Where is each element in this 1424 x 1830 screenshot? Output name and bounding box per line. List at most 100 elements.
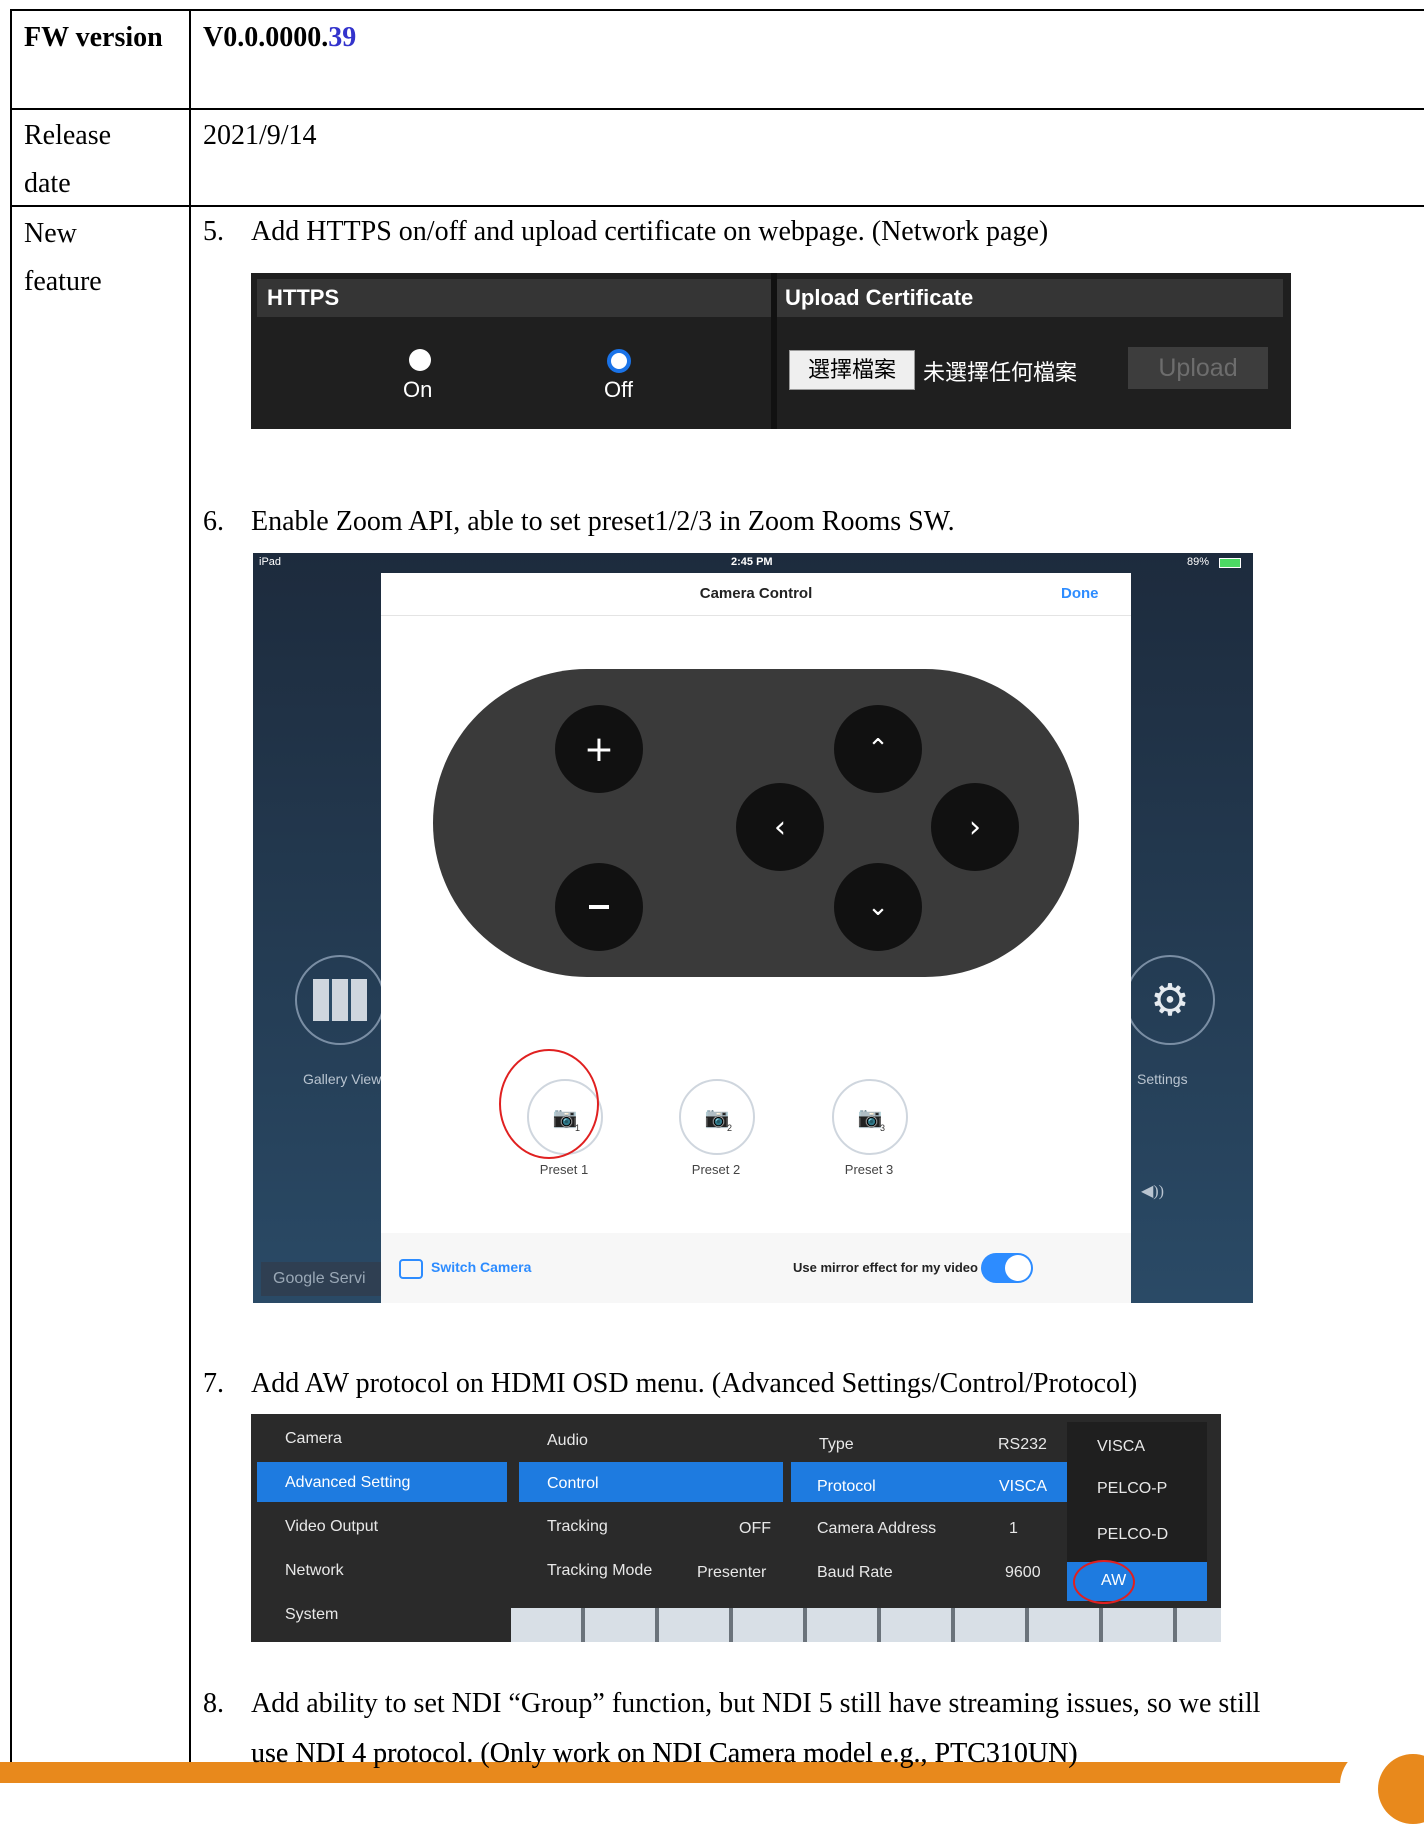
osd-menu-tracking[interactable]: Tracking [547, 1518, 608, 1536]
switch-camera-icon [399, 1259, 423, 1279]
battery-icon [1219, 558, 1241, 568]
feature-item-6: 6. Enable Zoom API, able to set preset1/2… [203, 506, 955, 538]
item-number: 6. [203, 506, 224, 537]
item-text: Add AW protocol on HDMI OSD menu. (Advan… [251, 1368, 1138, 1399]
feature-item-8-continued-overlay: use NDI 4 protocol. (Only work on NDI Ca… [251, 1738, 1078, 1769]
fw-version-label: FW version [24, 22, 163, 53]
pan-left-button[interactable]: ‹ [736, 783, 824, 871]
grid-icon [313, 979, 367, 1021]
https-header: HTTPS [257, 279, 777, 317]
ipad-status-time: 2:45 PM [731, 556, 773, 568]
done-button[interactable]: Done [1061, 585, 1099, 602]
preset-2-button[interactable]: 📷 2 [679, 1079, 755, 1155]
mirror-effect-toggle[interactable] [981, 1253, 1033, 1283]
item-text: Enable Zoom API, able to set preset1/2/3… [251, 506, 955, 537]
osd-menu-audio[interactable]: Audio [547, 1432, 588, 1450]
hdmi-osd-menu-screenshot: Camera Advanced Setting Video Output Net… [251, 1414, 1221, 1642]
toggle-knob [1005, 1255, 1031, 1281]
gear-icon: ⚙ [1150, 975, 1190, 1025]
osd-menu-network[interactable]: Network [285, 1562, 344, 1580]
fw-version-value: V0.0.0000.39 [203, 14, 356, 62]
osd-protocol-label[interactable]: Protocol [817, 1478, 876, 1496]
table-border-left [10, 9, 12, 1783]
zoom-in-button[interactable]: + [555, 705, 643, 793]
preset-2-label: Preset 2 [691, 1162, 741, 1177]
osd-type-label[interactable]: Type [819, 1436, 854, 1454]
https-off-label: Off [604, 377, 633, 402]
osd-menu-tracking-mode[interactable]: Tracking Mode [547, 1562, 652, 1580]
switch-camera-button[interactable]: Switch Camera [431, 1259, 531, 1275]
osd-option-visca[interactable]: VISCA [1097, 1438, 1145, 1456]
table-row-divider-1 [10, 108, 1424, 110]
settings-circle: ⚙ [1125, 955, 1215, 1045]
choose-file-button[interactable]: 選擇檔案 [789, 350, 915, 390]
chevron-down-icon: ⌄ [867, 892, 889, 922]
no-file-chosen-text: 未選擇任何檔案 [923, 360, 1078, 385]
https-settings-panel: HTTPS Upload Certificate On Off 選擇檔案 未選擇… [251, 273, 1291, 429]
release-date-label: Release date [24, 120, 112, 199]
osd-menu-advanced-setting[interactable]: Advanced Setting [285, 1474, 410, 1492]
chevron-left-icon: ‹ [774, 809, 786, 845]
osd-baud-rate-label[interactable]: Baud Rate [817, 1564, 893, 1582]
item-number: 5. [203, 216, 224, 247]
fw-version-suffix: 39 [328, 22, 357, 53]
preset-3-button[interactable]: 📷 3 [832, 1079, 908, 1155]
preset-number: 2 [727, 1123, 733, 1133]
pan-right-button[interactable]: › [931, 783, 1019, 871]
preset-1-label: Preset 1 [539, 1162, 589, 1177]
tilt-up-button[interactable]: ⌃ [834, 705, 922, 793]
https-on-radio[interactable] [409, 349, 431, 371]
item-text: Add ability to set NDI “Group” function,… [251, 1688, 1261, 1719]
https-on-label: On [403, 377, 433, 402]
camera-preset-icon: 📷 [857, 1106, 883, 1129]
osd-option-pelco-d[interactable]: PELCO-D [1097, 1526, 1168, 1544]
chevron-up-icon: ⌃ [867, 734, 889, 764]
camera-control-modal: Camera Control Done + ⌃ ‹ › ⌄ 📷 1 Preset… [381, 573, 1131, 1303]
new-feature-label: New feature [24, 218, 102, 297]
item-text: Add HTTPS on/off and upload certificate … [251, 216, 1049, 247]
table-column-divider [189, 9, 191, 1783]
osd-type-value: RS232 [998, 1436, 1047, 1453]
osd-menu-video-output[interactable]: Video Output [285, 1518, 378, 1536]
preset-number: 3 [880, 1123, 886, 1133]
upload-button[interactable]: Upload [1128, 347, 1268, 389]
minus-icon [589, 905, 609, 909]
aw-highlight-annotation [1073, 1560, 1135, 1604]
osd-menu-camera[interactable]: Camera [285, 1430, 342, 1448]
plus-icon: + [583, 728, 615, 770]
feature-item-7: 7. Add AW protocol on HDMI OSD menu. (Adv… [203, 1368, 1137, 1400]
table-row-divider-2 [10, 205, 1424, 207]
osd-bottom-strip [511, 1608, 1221, 1642]
feature-item-8: 8. Add ability to set NDI “Group” functio… [203, 1688, 1260, 1720]
gallery-view-circle [295, 955, 385, 1045]
chevron-right-icon: › [969, 809, 981, 845]
osd-tracking-value: OFF [739, 1520, 771, 1537]
osd-tracking-mode-value: Presenter [697, 1564, 767, 1581]
osd-protocol-value: VISCA [999, 1478, 1048, 1495]
release-date-value: 2021/9/14 [203, 120, 317, 151]
tilt-down-button[interactable]: ⌄ [834, 863, 922, 951]
preset-1-highlight-annotation [499, 1049, 599, 1159]
osd-menu-system[interactable]: System [285, 1606, 338, 1624]
modal-title: Camera Control [699, 585, 813, 602]
ipad-status-left: iPad [259, 556, 282, 568]
speaker-icon: ◀)) [1141, 1183, 1164, 1200]
feature-item-5: 5. Add HTTPS on/off and upload certificat… [203, 216, 1048, 248]
preset-3-label: Preset 3 [844, 1162, 894, 1177]
settings-label: Settings [1137, 1071, 1188, 1087]
https-off-radio[interactable] [607, 349, 631, 373]
zoom-out-button[interactable] [555, 863, 643, 951]
gallery-view-label: Gallery View [303, 1071, 382, 1087]
osd-menu-control[interactable]: Control [547, 1475, 599, 1493]
osd-camera-address-value: 1 [1009, 1520, 1018, 1537]
ipad-status-battery: 89% [1187, 556, 1210, 568]
osd-option-pelco-p[interactable]: PELCO-P [1097, 1480, 1167, 1498]
item-number: 7. [203, 1368, 224, 1399]
item-number: 8. [203, 1688, 224, 1719]
table-border-top [10, 9, 1424, 11]
modal-header-divider [381, 615, 1131, 616]
mirror-effect-label: Use mirror effect for my video [793, 1260, 978, 1275]
osd-baud-rate-value: 9600 [1005, 1564, 1041, 1581]
osd-camera-address-label[interactable]: Camera Address [817, 1520, 936, 1538]
fw-version-prefix: V0.0.0000. [203, 22, 329, 53]
